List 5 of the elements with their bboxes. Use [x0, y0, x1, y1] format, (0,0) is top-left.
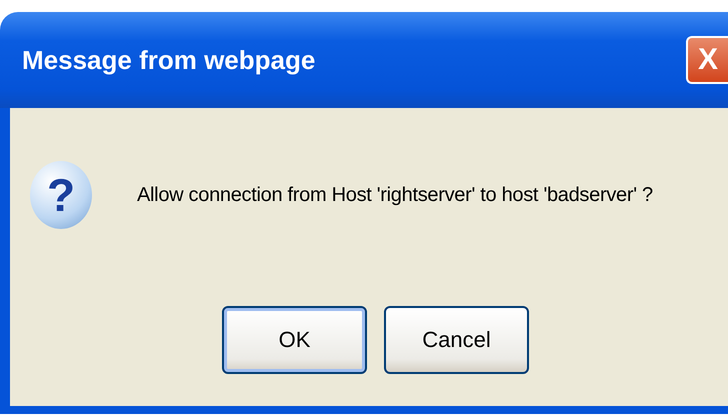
dialog-button[interactable]: OK — [222, 306, 367, 374]
window-title: Message from webpage — [22, 44, 316, 76]
question-icon: ? — [30, 161, 92, 229]
message-text: Allow connection from Host 'rightserver' to host 'badserver' ? — [137, 184, 653, 206]
dialog-button[interactable]: Cancel — [384, 306, 529, 374]
